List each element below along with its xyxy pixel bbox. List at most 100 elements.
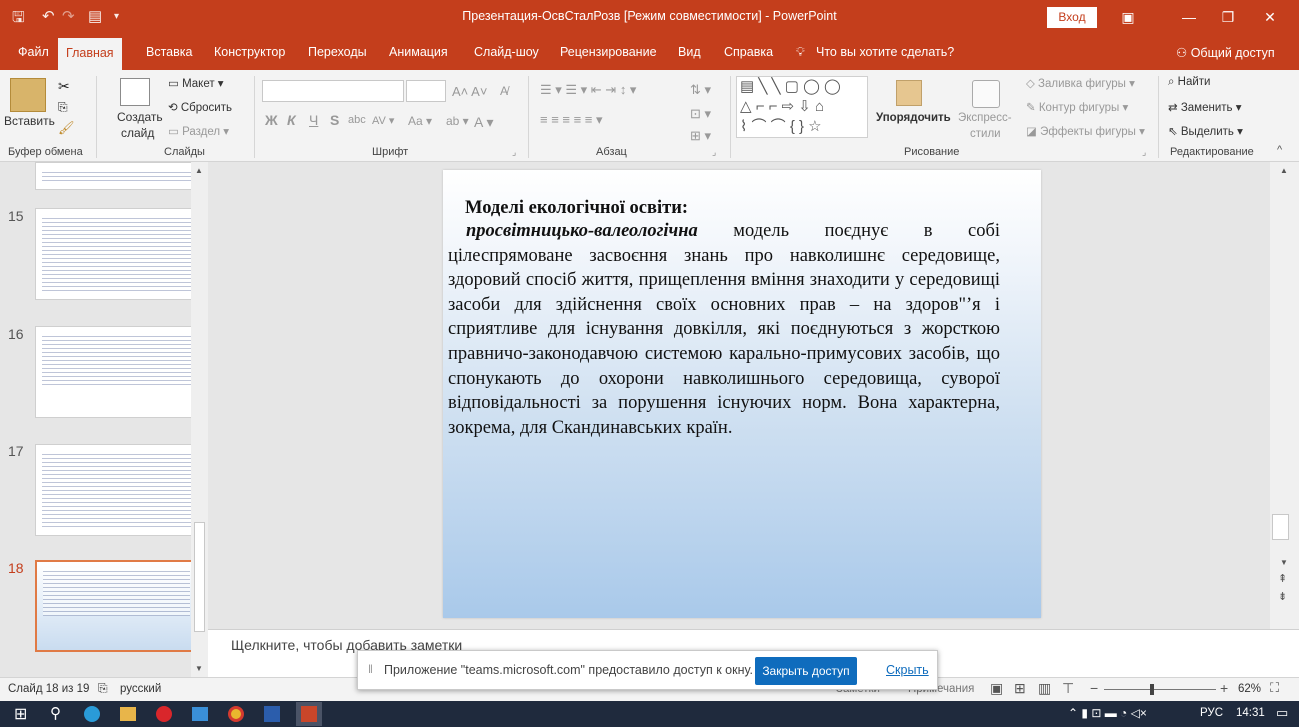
smartart-icon[interactable]: ⊞ ▾ xyxy=(690,128,711,144)
normal-view-icon[interactable]: ▣ xyxy=(990,680,1003,697)
shapes-gallery[interactable]: ▤ ╲ ╲ ▢ ◯ ◯ △ ⌐ ⌐ ⇨ ⇩ ⌂ ⌇ ⌒ ⌒ { } ☆ xyxy=(736,76,868,138)
cut-icon[interactable]: ✂ xyxy=(58,78,70,95)
scroll-down-icon[interactable]: ▼ xyxy=(1280,558,1288,567)
slide-body-text[interactable]: просвітницько-валеологічна модель поєдну… xyxy=(448,219,1000,440)
fit-to-window-icon[interactable]: ⛶ xyxy=(1270,680,1279,696)
tab-design[interactable]: Конструктор xyxy=(214,45,285,59)
char-spacing-icon[interactable]: AV ▾ xyxy=(372,114,394,127)
tab-file[interactable]: Файл xyxy=(18,45,49,59)
zoom-slider[interactable] xyxy=(1104,689,1216,690)
quick-styles-button[interactable]: Экспресс- xyxy=(958,112,1012,124)
tab-transitions[interactable]: Переходы xyxy=(308,45,367,59)
zoom-in-icon[interactable]: + xyxy=(1220,680,1228,696)
slide-title[interactable]: Моделі екологічної освіти: xyxy=(465,198,688,219)
opera-icon[interactable] xyxy=(156,706,172,722)
input-language[interactable]: РУС xyxy=(1200,707,1223,719)
hide-link[interactable]: Скрыть xyxy=(886,663,929,677)
tray-icons[interactable]: ⌃ ▮ ⊡ ▬ ◔ ◁× xyxy=(1068,706,1147,720)
section-button[interactable]: ▭ Раздел ▾ xyxy=(168,124,229,138)
spellcheck-icon[interactable]: ⎘ xyxy=(98,681,108,696)
word-icon[interactable] xyxy=(264,706,280,722)
tab-slideshow[interactable]: Слайд-шоу xyxy=(474,45,539,59)
font-size-combo[interactable] xyxy=(406,80,446,102)
language-indicator[interactable]: русский xyxy=(120,683,161,695)
maximize-button[interactable]: ❐ xyxy=(1216,6,1240,28)
store-icon[interactable] xyxy=(192,707,208,721)
quick-styles-icon[interactable] xyxy=(972,80,1000,108)
notifications-icon[interactable]: ▭ xyxy=(1276,705,1288,721)
share-button[interactable]: ⚇ Общий доступ xyxy=(1176,45,1275,60)
new-slide-icon[interactable] xyxy=(120,78,150,106)
layout-button[interactable]: ▭ Макет ▾ xyxy=(168,76,224,90)
font-color-icon[interactable]: A ▾ xyxy=(474,114,493,131)
find-button[interactable]: ⌕ Найти xyxy=(1168,76,1210,89)
close-button[interactable]: ✕ xyxy=(1258,6,1282,28)
shadow-button[interactable]: S xyxy=(330,112,339,128)
tab-animations[interactable]: Анимация xyxy=(389,45,448,59)
powerpoint-taskbar-button[interactable] xyxy=(296,702,322,726)
zoom-slider-thumb[interactable] xyxy=(1150,684,1154,695)
file-explorer-icon[interactable] xyxy=(120,707,136,721)
tab-review[interactable]: Рецензирование xyxy=(560,45,657,59)
slideshow-view-icon[interactable]: ⊤ xyxy=(1062,680,1074,697)
previous-slide-icon[interactable]: ⇞ xyxy=(1278,572,1287,585)
change-case-icon[interactable]: Aa ▾ xyxy=(408,114,432,128)
paste-icon[interactable] xyxy=(10,78,46,112)
scroll-up-icon[interactable]: ▲ xyxy=(1280,166,1288,175)
slide-scroll-thumb[interactable] xyxy=(1272,514,1289,540)
bold-button[interactable]: Ж xyxy=(265,112,278,128)
arrange-button[interactable]: Упорядочить xyxy=(876,112,951,124)
format-painter-icon[interactable]: 🖌︎ xyxy=(58,120,75,136)
drawing-dialog-launcher-icon[interactable]: ⌟ xyxy=(1142,147,1146,158)
drag-handle-icon[interactable]: ‖ xyxy=(368,662,373,676)
tell-me-search[interactable]: Что вы хотите сделать? xyxy=(816,45,954,59)
search-icon[interactable]: ⚲ xyxy=(50,704,61,722)
arrange-icon[interactable] xyxy=(896,80,922,106)
bullets-icon[interactable]: ☰ ▾ ☰ ▾ ⇤ ⇥ ↕ ▾ xyxy=(540,82,636,98)
slide-thumbnail-14[interactable] xyxy=(35,162,198,190)
shape-effects-button[interactable]: ◪ Эффекты фигуры ▾ xyxy=(1026,124,1145,138)
italic-button[interactable]: К xyxy=(287,112,296,128)
slide-scrollbar[interactable]: ▲ ▼ ⇞ ⇟ xyxy=(1270,162,1299,629)
font-dialog-launcher-icon[interactable]: ⌟ xyxy=(512,147,516,158)
underline-button[interactable]: Ч xyxy=(309,112,318,128)
next-slide-icon[interactable]: ⇟ xyxy=(1278,590,1287,603)
strikethrough-icon[interactable]: abc xyxy=(348,114,366,126)
grow-font-icon[interactable]: A˄ A˅ xyxy=(452,84,487,99)
align-icons[interactable]: ≡ ≡ ≡ ≡ ≡ ▾ xyxy=(540,112,603,128)
clock[interactable]: 14:31 xyxy=(1236,707,1265,719)
paragraph-dialog-launcher-icon[interactable]: ⌟ xyxy=(712,147,716,158)
slide-sorter-icon[interactable]: ⊞ xyxy=(1014,680,1026,697)
clear-formatting-icon[interactable]: A̸ xyxy=(500,84,508,98)
new-slide-button[interactable]: Создать xyxy=(117,110,163,124)
shape-outline-button[interactable]: ✎ Контур фигуры ▾ xyxy=(1026,100,1128,114)
slide-thumbnail-17[interactable] xyxy=(35,444,198,536)
highlight-icon[interactable]: ab ▾ xyxy=(446,114,469,128)
thumbnail-scroll-thumb[interactable] xyxy=(194,522,205,632)
ribbon-display-options-icon[interactable]: ▣ xyxy=(1116,6,1140,28)
scroll-up-icon[interactable]: ▲ xyxy=(195,166,203,175)
reset-button[interactable]: ⟲ Сбросить xyxy=(168,100,232,114)
minimize-button[interactable]: — xyxy=(1177,6,1201,28)
zoom-level[interactable]: 62% xyxy=(1238,683,1261,695)
slide-thumbnail-15[interactable] xyxy=(35,208,198,300)
select-button[interactable]: ⇖ Выделить ▾ xyxy=(1168,124,1243,138)
copy-icon[interactable]: ⎘ xyxy=(58,100,68,115)
windows-start-icon[interactable]: ⊞ xyxy=(14,704,27,724)
slide-thumbnail-18[interactable] xyxy=(35,560,198,652)
tab-insert[interactable]: Вставка xyxy=(146,45,192,59)
font-name-combo[interactable] xyxy=(262,80,404,102)
edge-icon[interactable] xyxy=(84,706,100,722)
scroll-down-icon[interactable]: ▼ xyxy=(195,664,203,673)
shape-fill-button[interactable]: ◇ Заливка фигуры ▾ xyxy=(1026,76,1135,90)
zoom-out-icon[interactable]: − xyxy=(1090,680,1098,696)
slide-canvas[interactable]: Моделі екологічної освіти: просвітницько… xyxy=(443,170,1041,618)
stop-sharing-button[interactable]: Закрыть доступ xyxy=(755,657,857,685)
reading-view-icon[interactable]: ▥ xyxy=(1038,680,1051,697)
collapse-ribbon-icon[interactable]: ^ xyxy=(1277,144,1282,156)
chrome-icon[interactable] xyxy=(228,706,244,722)
slide-thumbnail-16[interactable] xyxy=(35,326,198,418)
text-direction-icon[interactable]: ⇅ ▾ xyxy=(690,82,711,98)
signin-button[interactable]: Вход xyxy=(1047,7,1097,28)
tab-view[interactable]: Вид xyxy=(678,45,701,59)
